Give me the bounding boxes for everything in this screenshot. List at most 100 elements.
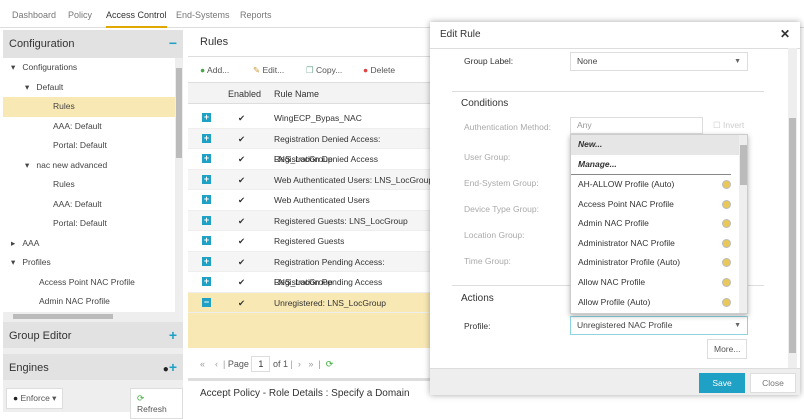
close-icon[interactable]: ✕ xyxy=(780,27,790,41)
tree-item[interactable]: ▸ AAA xyxy=(3,234,175,254)
dropdown-item[interactable]: Access Point NAC Profile xyxy=(571,195,739,215)
dropdown-item[interactable]: AH-ALLOW Profile (Auto) xyxy=(571,175,739,195)
dropdown-manage[interactable]: Manage... xyxy=(571,155,731,175)
dropdown-scrollbar[interactable] xyxy=(739,135,747,313)
invert-checkbox[interactable]: ☐ Invert xyxy=(713,120,744,131)
table-row[interactable]: + ✔ Registration Pending Access xyxy=(188,272,438,293)
expand-icon[interactable]: + xyxy=(202,133,211,143)
enabled-check-icon: ✔ xyxy=(238,256,246,267)
table-row[interactable]: + ✔ Registered Guests xyxy=(188,231,438,252)
expand-icon[interactable]: + xyxy=(202,195,211,204)
tree-item[interactable]: ▾ Profiles xyxy=(3,253,175,273)
add-icon[interactable]: ●+ xyxy=(163,359,177,375)
last-page-button[interactable]: » xyxy=(308,359,313,369)
group-editor-header[interactable]: Group Editor + xyxy=(3,322,183,348)
group-label-select[interactable]: None ▼ xyxy=(570,52,748,71)
tree-item[interactable]: AAA: Default xyxy=(3,117,175,137)
edit-profile-icon[interactable] xyxy=(722,258,731,268)
expand-icon[interactable]: + xyxy=(202,256,211,266)
table-row[interactable]: + ✔ Registration Denied Access xyxy=(188,149,438,170)
tree-horizontal-scrollbar[interactable] xyxy=(3,312,183,321)
rule-name: Registration Denied Access xyxy=(274,154,378,164)
enforce-button[interactable]: ● Enforce ▾ xyxy=(6,388,64,409)
column-rule-name[interactable]: Rule Name xyxy=(274,89,319,99)
column-enabled[interactable]: Enabled xyxy=(228,89,261,99)
edit-button[interactable]: ✎ Edit... xyxy=(253,65,284,76)
expand-icon[interactable]: + xyxy=(202,236,211,245)
table-row[interactable]: + ✔ Registration Pending Access: LNS_LocGr… xyxy=(188,251,438,287)
profile-dropdown-list: New... Manage... AH-ALLOW Profile (Auto)… xyxy=(570,134,748,314)
add-icon[interactable]: + xyxy=(169,327,177,343)
dropdown-item-label: Admin NAC Profile xyxy=(578,218,649,229)
edit-profile-icon[interactable] xyxy=(722,219,731,229)
dropdown-item[interactable]: Allow Profile (Auto) xyxy=(571,293,739,313)
close-button[interactable]: Close xyxy=(750,373,796,393)
tree-item[interactable]: Portal: Default xyxy=(3,214,175,234)
enabled-check-icon: ✔ xyxy=(238,133,246,144)
table-row[interactable]: + ✔ WingECP_Bypas_NAC xyxy=(188,108,438,129)
tree-item[interactable]: ▾ Configurations xyxy=(3,58,175,78)
page-label: Page xyxy=(227,359,249,369)
page-input[interactable]: 1 xyxy=(251,356,271,372)
add-button[interactable]: ● Add... xyxy=(200,65,229,75)
dropdown-item[interactable]: Administrator NAC Profile xyxy=(571,234,739,254)
expand-icon[interactable]: + xyxy=(202,154,211,163)
dropdown-item-label: Allow Profile (Auto) xyxy=(578,296,651,307)
configuration-header[interactable]: Configuration − xyxy=(3,30,183,58)
expand-icon[interactable]: + xyxy=(202,174,211,184)
copy-icon: ❐ xyxy=(306,65,314,75)
rule-name: Web Authenticated Users xyxy=(274,195,370,205)
tree-vertical-scrollbar[interactable] xyxy=(175,58,183,312)
edit-profile-icon[interactable] xyxy=(722,180,731,189)
expand-icon[interactable]: + xyxy=(202,215,211,225)
refresh-button[interactable]: ⟳ Refresh xyxy=(130,388,183,419)
profile-select[interactable]: Unregistered NAC Profile ▼ xyxy=(570,316,748,335)
expand-icon[interactable]: + xyxy=(202,113,211,122)
tree-item[interactable]: Access Point NAC Profile xyxy=(3,273,175,293)
edit-profile-icon[interactable] xyxy=(722,278,731,287)
dropdown-item[interactable]: Administrator Profile (Auto) xyxy=(571,253,739,273)
dropdown-item[interactable]: Allow NAC Profile xyxy=(571,273,739,293)
collapse-icon[interactable]: − xyxy=(169,35,177,51)
tree-item[interactable]: ▾ Default xyxy=(3,78,175,98)
table-row[interactable]: − ✔ Unregistered: LNS_LocGroup xyxy=(188,292,438,313)
collapse-icon[interactable]: − xyxy=(202,297,211,307)
save-button[interactable]: Save xyxy=(699,373,745,393)
tree-item[interactable]: AAA: Default xyxy=(3,195,175,215)
tab-access-control[interactable]: Access Control xyxy=(106,10,167,28)
first-page-button[interactable]: « xyxy=(200,359,205,369)
tree-item[interactable]: Rules xyxy=(3,175,175,195)
prev-page-button[interactable]: ‹ xyxy=(215,359,218,369)
table-row[interactable]: + ✔ Web Authenticated Users: LNS_LocGroup xyxy=(188,169,438,190)
edit-profile-icon[interactable] xyxy=(722,199,731,209)
tree-item-rules[interactable]: Rules xyxy=(3,97,175,117)
copy-button[interactable]: ❐ Copy... xyxy=(306,65,342,76)
edit-profile-icon[interactable] xyxy=(722,297,731,307)
rule-name: Registered Guests xyxy=(274,236,345,246)
engines-title: Engines xyxy=(9,362,49,374)
refresh-icon: ⟳ xyxy=(137,393,145,403)
refresh-icon[interactable]: ⟳ xyxy=(326,359,334,369)
expand-icon[interactable]: + xyxy=(202,277,211,286)
table-row[interactable]: + ✔ Registered Guests: LNS_LocGroup xyxy=(188,210,438,231)
tree-item[interactable]: Portal: Default xyxy=(3,136,175,156)
tab-policy[interactable]: Policy xyxy=(68,10,92,20)
tree-item[interactable]: ▾ nac new advanced xyxy=(3,156,175,176)
dropdown-item[interactable]: Admin NAC Profile xyxy=(571,214,739,234)
engines-header[interactable]: Engines ●+ xyxy=(3,354,183,380)
enabled-check-icon: ✔ xyxy=(238,154,246,164)
table-row[interactable]: + ✔ Web Authenticated Users xyxy=(188,190,438,211)
table-row[interactable]: + ✔ Registration Denied Access: LNS_LocGro… xyxy=(188,128,438,164)
auth-method-select[interactable]: Any xyxy=(570,117,703,134)
tab-reports[interactable]: Reports xyxy=(240,10,272,20)
delete-button[interactable]: ● Delete xyxy=(363,65,395,75)
tree-item[interactable]: Admin NAC Profile xyxy=(3,292,175,312)
auth-method-label: Authentication Method: xyxy=(464,122,551,132)
tab-end-systems[interactable]: End-Systems xyxy=(176,10,230,20)
more-button[interactable]: More... xyxy=(707,339,748,359)
tab-dashboard[interactable]: Dashboard xyxy=(12,10,56,20)
next-page-button[interactable]: › xyxy=(298,359,301,369)
dialog-scrollbar[interactable] xyxy=(788,48,797,368)
edit-profile-icon[interactable] xyxy=(722,238,731,248)
dropdown-new[interactable]: New... xyxy=(571,135,739,155)
